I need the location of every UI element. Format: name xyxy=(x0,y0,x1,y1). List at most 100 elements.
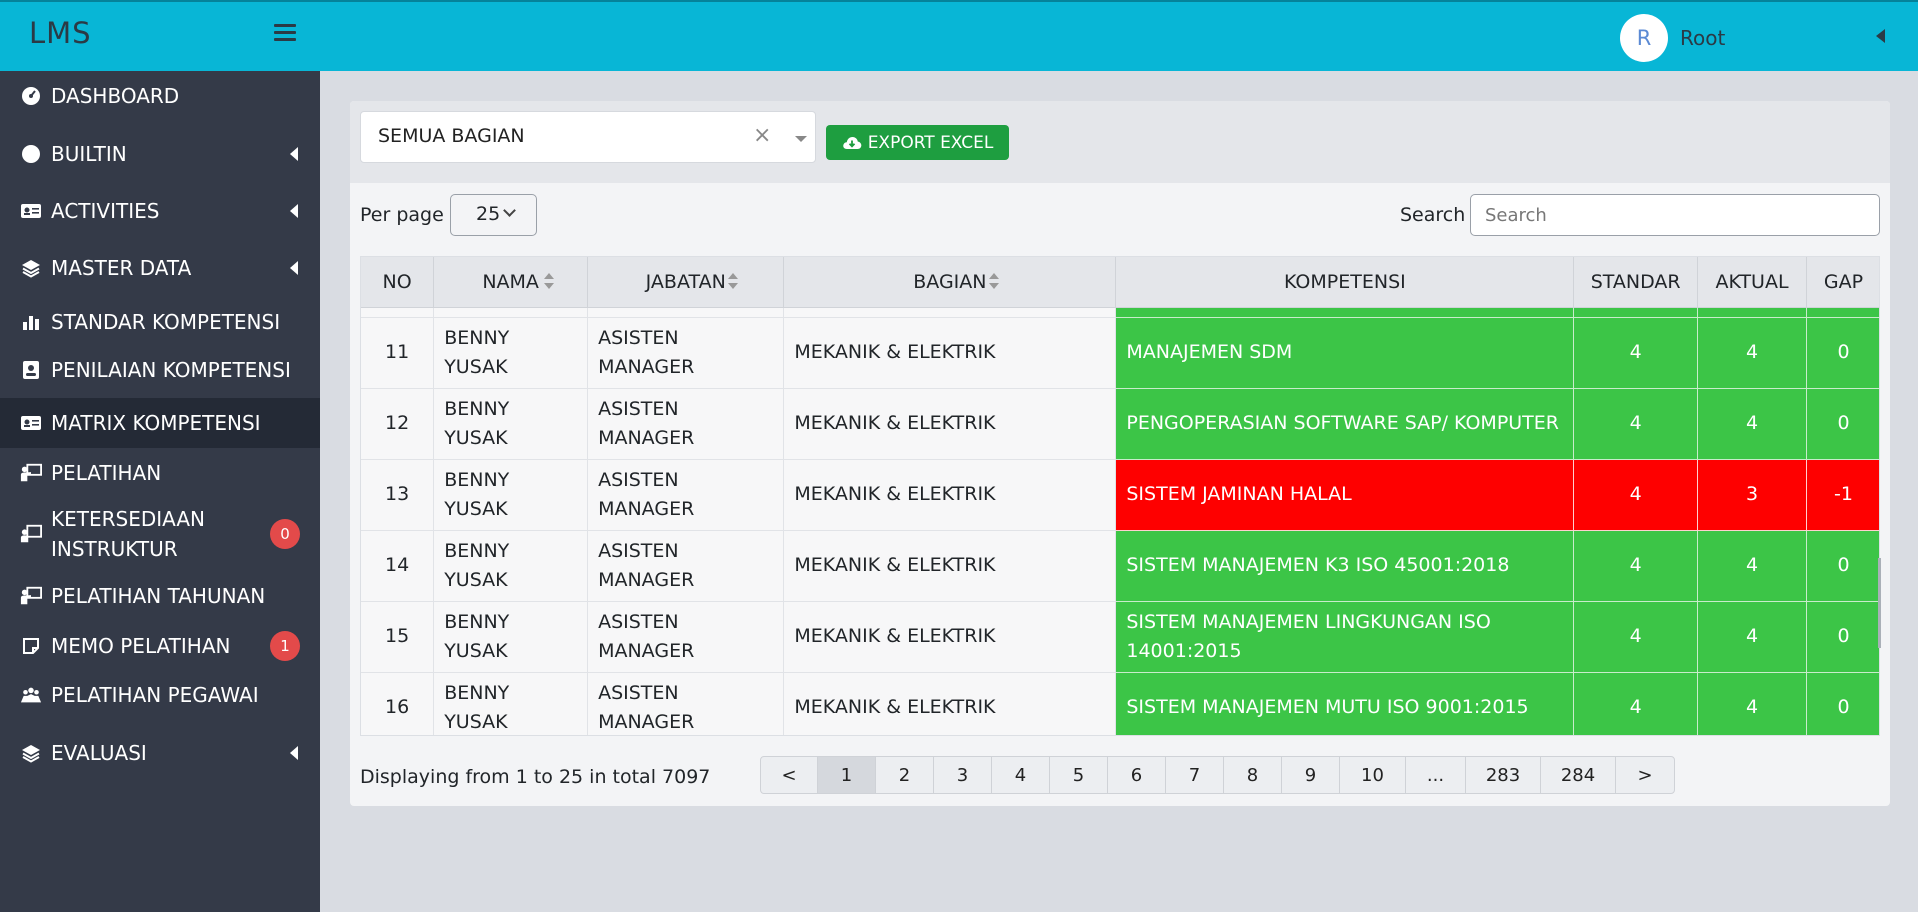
page-284[interactable]: 284 xyxy=(1541,757,1616,793)
page-3[interactable]: 3 xyxy=(934,757,992,793)
circle-icon xyxy=(20,143,42,165)
sidebar-item-memo-pelatihan[interactable]: MEMO PELATIHAN 1 xyxy=(0,621,320,670)
cell-no: 14 xyxy=(361,530,435,602)
sidebar-item-pelatihan[interactable]: PELATIHAN xyxy=(0,448,320,497)
sidebar-item-master-data[interactable]: MASTER DATA xyxy=(0,235,320,301)
display-info: Displaying from 1 to 25 in total 7097 xyxy=(360,766,711,788)
cell-jabatan: ASISTEN MANAGER xyxy=(587,672,785,735)
page-283[interactable]: 283 xyxy=(1466,757,1541,793)
cell-nama: BENNY YUSAK xyxy=(433,672,589,735)
cell-standar: 4 xyxy=(1573,530,1698,602)
sidebar-item-label: PELATIHAN PEGAWAI xyxy=(51,683,259,707)
layers-icon xyxy=(20,742,42,764)
sidebar-item-label: PELATIHAN TAHUNAN xyxy=(51,584,266,608)
user-name[interactable]: Root xyxy=(1680,26,1725,50)
cell-aktual: 4 xyxy=(1697,530,1808,602)
column-header-kompetensi: KOMPETENSI xyxy=(1115,257,1575,308)
column-header-no: NO xyxy=(361,257,435,308)
cell-standar: 4 xyxy=(1573,317,1698,389)
sidebar-item-activities[interactable]: ACTIVITIES xyxy=(0,187,320,235)
sidebar-item-evaluasi[interactable]: EVALUASI xyxy=(0,720,320,786)
column-header-nama[interactable]: NAMA xyxy=(433,257,589,308)
page-5[interactable]: 5 xyxy=(1050,757,1108,793)
table-row[interactable]: 11 BENNY YUSAK ASISTEN MANAGER MEKANIK & EL… xyxy=(361,317,1879,389)
cell-bagian: MEKANIK & ELEKTRIK xyxy=(783,672,1117,735)
cell-bagian: MEKANIK & ELEKTRIK xyxy=(783,530,1117,602)
page-ellipsis: ... xyxy=(1406,757,1466,793)
page-next-button[interactable]: > xyxy=(1616,757,1674,793)
column-header-bagian[interactable]: BAGIAN xyxy=(783,257,1117,308)
sidebar-item-label: PELATIHAN xyxy=(51,460,162,485)
table-row[interactable]: 14 BENNY YUSAK ASISTEN MANAGER MEKANIK & EL… xyxy=(361,530,1879,602)
cell-nama: BENNY YUSAK xyxy=(433,459,589,531)
sidebar-item-label: MEMO PELATIHAN xyxy=(51,633,231,658)
sort-icon[interactable] xyxy=(544,273,555,291)
page-10[interactable]: 10 xyxy=(1340,757,1406,793)
menu-toggle-icon[interactable] xyxy=(274,24,296,46)
sidebar-item-standar-kompetensi[interactable]: STANDAR KOMPETENSI xyxy=(0,301,320,342)
brand-logo[interactable]: LMS xyxy=(29,16,92,50)
chevron-left-icon xyxy=(290,261,298,275)
id-card-icon xyxy=(20,412,42,434)
cell-nama: BENNY YUSAK xyxy=(433,317,589,389)
page-7[interactable]: 7 xyxy=(1166,757,1224,793)
table-row-partial xyxy=(361,307,1879,318)
bagian-select[interactable]: SEMUA BAGIAN × xyxy=(360,111,816,163)
sidebar-item-builtin[interactable]: BUILTIN xyxy=(0,120,320,187)
sidebar-item-penilaian-kompetensi[interactable]: PENILAIAN KOMPETENSI xyxy=(0,342,320,398)
sort-icon[interactable] xyxy=(989,273,1000,291)
sidebar-item-pelatihan-tahunan[interactable]: PELATIHAN TAHUNAN xyxy=(0,571,320,621)
control-sidebar-toggle-icon[interactable] xyxy=(1876,29,1885,43)
table-cell xyxy=(1697,307,1808,318)
teacher-icon xyxy=(20,462,42,484)
cell-standar: 4 xyxy=(1573,459,1698,531)
page-2[interactable]: 2 xyxy=(876,757,934,793)
sidebar-item-dashboard[interactable]: DASHBOARD xyxy=(0,71,320,120)
search-input[interactable] xyxy=(1470,194,1880,236)
cell-bagian: MEKANIK & ELEKTRIK xyxy=(783,459,1117,531)
page-1[interactable]: 1 xyxy=(818,757,876,793)
cloud-download-icon xyxy=(842,136,862,149)
page-prev-button[interactable]: < xyxy=(761,757,818,793)
sidebar-item-matrix-kompetensi[interactable]: MATRIX KOMPETENSI xyxy=(0,398,320,448)
export-excel-button[interactable]: EXPORT EXCEL xyxy=(826,125,1009,160)
cell-aktual: 4 xyxy=(1697,388,1808,460)
cell-kompetensi: SISTEM MANAJEMEN LINGKUNGAN ISO 14001:20… xyxy=(1115,601,1575,673)
table-scrollbar[interactable] xyxy=(1878,558,1881,648)
column-header-jabatan[interactable]: JABATAN xyxy=(587,257,785,308)
page-6[interactable]: 6 xyxy=(1108,757,1166,793)
cell-no: 12 xyxy=(361,388,435,460)
sort-icon[interactable] xyxy=(728,273,739,291)
page-8[interactable]: 8 xyxy=(1224,757,1282,793)
table-row[interactable]: 13 BENNY YUSAK ASISTEN MANAGER MEKANIK & EL… xyxy=(361,459,1879,531)
chevron-left-icon xyxy=(290,204,298,218)
card-header: SEMUA BAGIAN × EXPORT EXCEL xyxy=(350,101,1890,183)
column-header-aktual: AKTUAL xyxy=(1697,257,1808,308)
per-page-select[interactable]: 25 xyxy=(450,194,537,236)
sidebar-item-pelatihan-pegawai[interactable]: PELATIHAN PEGAWAI xyxy=(0,670,320,720)
chevron-left-icon xyxy=(290,746,298,760)
chevron-down-icon xyxy=(503,204,516,217)
cell-aktual: 4 xyxy=(1697,601,1808,673)
count-badge: 0 xyxy=(270,519,300,549)
page-9[interactable]: 9 xyxy=(1282,757,1340,793)
cell-kompetensi: SISTEM JAMINAN HALAL xyxy=(1115,459,1575,531)
id-card-icon xyxy=(20,200,42,222)
avatar[interactable]: R xyxy=(1620,14,1668,62)
gauge-icon xyxy=(20,85,42,107)
table-row[interactable]: 15 BENNY YUSAK ASISTEN MANAGER MEKANIK & EL… xyxy=(361,601,1879,673)
page-4[interactable]: 4 xyxy=(992,757,1050,793)
sidebar-item-label: ACTIVITIES xyxy=(51,199,160,223)
chevron-down-icon[interactable] xyxy=(795,136,807,142)
sidebar-item-ketersediaan-instruktur[interactable]: KETERSEDIAAN INSTRUKTUR 0 xyxy=(0,497,320,571)
user-menu[interactable]: R Root xyxy=(1620,14,1725,62)
clear-icon[interactable]: × xyxy=(753,123,771,148)
table-row[interactable]: 16 BENNY YUSAK ASISTEN MANAGER MEKANIK & EL… xyxy=(361,672,1879,735)
cell-jabatan: ASISTEN MANAGER xyxy=(587,530,785,602)
top-navbar: LMS R Root xyxy=(0,0,1918,71)
table-row[interactable]: 12 BENNY YUSAK ASISTEN MANAGER MEKANIK & EL… xyxy=(361,388,1879,460)
cell-no: 11 xyxy=(361,317,435,389)
pagination: <1 2 3 4 5 6 7 8 9 10... 283 284 > xyxy=(760,756,1675,794)
user-card-icon xyxy=(20,359,42,381)
table-cell xyxy=(1115,307,1575,318)
